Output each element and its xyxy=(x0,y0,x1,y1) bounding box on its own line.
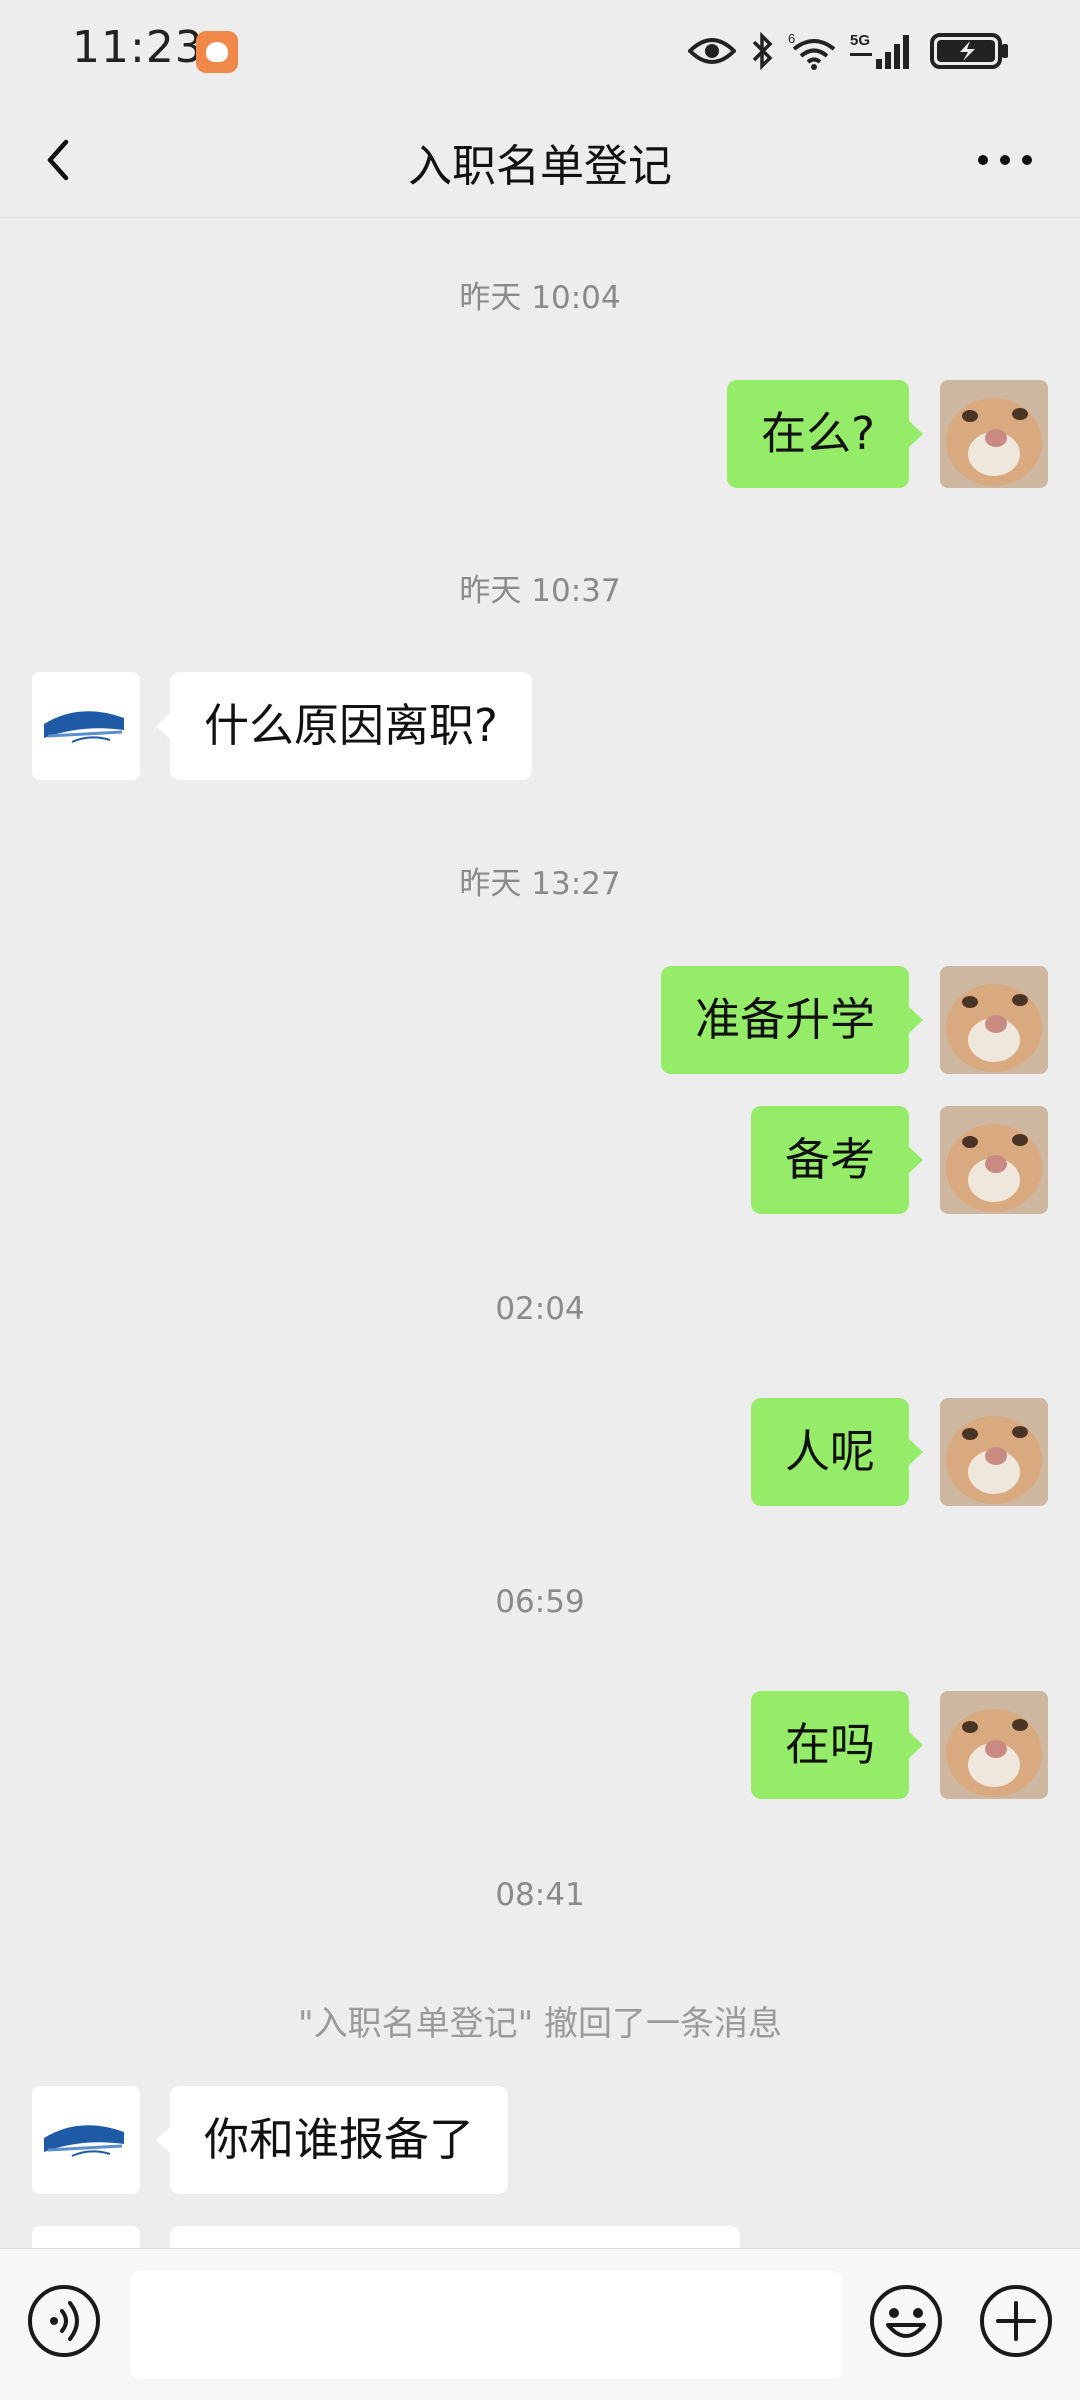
chat-input-bar xyxy=(0,2248,1080,2400)
battery-charging-icon xyxy=(930,33,1008,69)
more-options-icon[interactable] xyxy=(970,130,1040,190)
contact-message-bubble[interactable]: 你和谁报备了 xyxy=(155,2086,509,2194)
contact-message-bubble[interactable] xyxy=(170,2226,740,2248)
message-input[interactable] xyxy=(130,2271,842,2379)
contact-avatar[interactable] xyxy=(32,2086,140,2194)
my-message-bubble[interactable]: 备考 xyxy=(750,1106,924,1214)
cellular-signal-icon: 5G xyxy=(850,32,909,69)
my-avatar[interactable] xyxy=(940,1398,1048,1506)
notification-app-icon xyxy=(196,31,238,73)
timestamp: 昨天 10:37 xyxy=(459,573,621,609)
eye-icon xyxy=(688,38,736,64)
emoji-icon[interactable] xyxy=(868,2283,944,2359)
status-bar: 11:23 6 5G xyxy=(0,0,1080,100)
wifi-icon: 6 xyxy=(788,31,836,70)
message-list[interactable]: 昨天 10:04 在么? 昨天 10:37 什么原因离职? 昨天 13:27 准… xyxy=(0,218,1080,2248)
contact-avatar[interactable] xyxy=(32,2226,140,2248)
contact-message-bubble[interactable]: 什么原因离职? xyxy=(156,672,532,780)
svg-text:5G: 5G xyxy=(850,32,870,49)
add-more-icon[interactable] xyxy=(978,2283,1054,2359)
my-avatar[interactable] xyxy=(940,1106,1048,1214)
my-message-bubble[interactable]: 准备升学 xyxy=(660,966,924,1074)
bluetooth-icon xyxy=(752,31,773,71)
recall-notice: "入职名单登记" 撤回了一条消息 xyxy=(297,2004,783,2044)
timestamp: 昨天 13:27 xyxy=(459,866,621,902)
chat-title: 入职名单登记 xyxy=(408,141,672,192)
my-message-bubble[interactable]: 人呢 xyxy=(750,1398,924,1506)
my-message-bubble[interactable]: 在吗 xyxy=(750,1691,924,1799)
my-avatar[interactable] xyxy=(940,1691,1048,1799)
timestamp: 02:04 xyxy=(495,1291,585,1327)
my-avatar[interactable] xyxy=(940,966,1048,1074)
contact-avatar[interactable] xyxy=(32,672,140,780)
chat-header: 入职名单登记 xyxy=(0,100,1080,218)
my-message-bubble[interactable]: 在么? xyxy=(727,380,923,488)
my-avatar[interactable] xyxy=(940,380,1048,488)
svg-text:6: 6 xyxy=(788,31,795,46)
timestamp: 08:41 xyxy=(495,1877,585,1913)
timestamp: 06:59 xyxy=(495,1584,585,1620)
status-time: 11:23 xyxy=(72,22,204,73)
timestamp: 昨天 10:04 xyxy=(459,280,621,316)
status-icons: 6 5G xyxy=(688,26,1010,76)
voice-input-icon[interactable] xyxy=(26,2283,102,2359)
